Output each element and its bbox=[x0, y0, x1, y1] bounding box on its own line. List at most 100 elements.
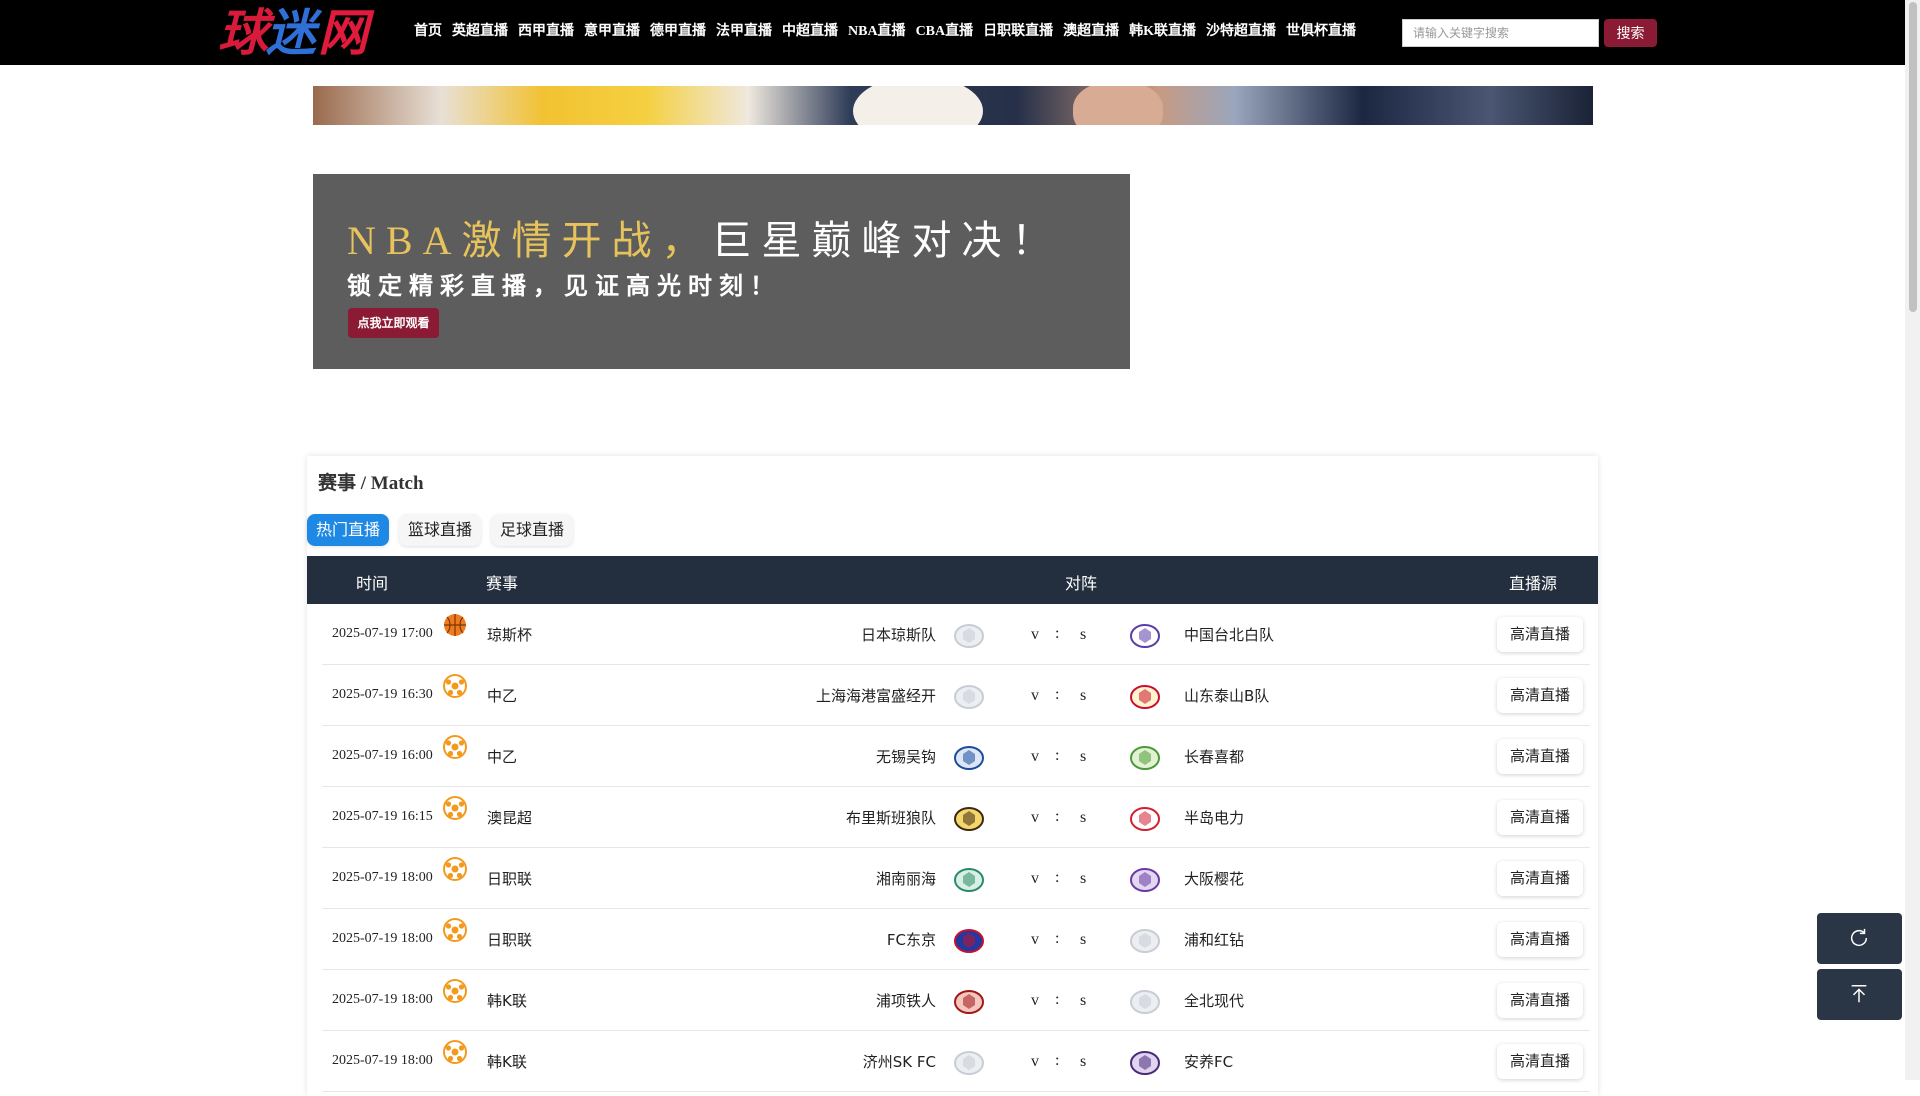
match-league[interactable]: 澳昆超 bbox=[487, 807, 532, 828]
football-icon bbox=[443, 674, 467, 698]
hd-live-button[interactable]: 高清直播 bbox=[1497, 739, 1583, 774]
section-title: 赛事 / Match bbox=[318, 473, 424, 494]
hd-live-button[interactable]: 高清直播 bbox=[1497, 800, 1583, 835]
home-team[interactable]: 济州SK FC bbox=[863, 1051, 936, 1072]
match-league[interactable]: 日职联 bbox=[487, 868, 532, 889]
match-league[interactable]: 琼斯杯 bbox=[487, 624, 532, 645]
home-team[interactable]: 浦项铁人 bbox=[876, 990, 936, 1011]
scrollbar-thumb[interactable] bbox=[1909, 2, 1917, 312]
match-league[interactable]: 中乙 bbox=[487, 746, 517, 767]
tab-2[interactable]: 足球直播 bbox=[491, 514, 574, 546]
hero-banner-image[interactable] bbox=[313, 86, 1593, 125]
away-team[interactable]: 山东泰山B队 bbox=[1184, 685, 1269, 706]
tab-1[interactable]: 篮球直播 bbox=[399, 514, 482, 546]
match-row[interactable]: 2025-07-19 18:00 韩K联 浦项铁人 v: s 全北现代 高清直播 bbox=[322, 970, 1590, 1031]
promo-title: NBA激情开战，巨星巅峰对决！ bbox=[347, 208, 1061, 266]
search-input[interactable] bbox=[1402, 19, 1599, 47]
nav-item[interactable]: 德甲直播 bbox=[650, 20, 706, 44]
home-team-logo-icon bbox=[953, 683, 985, 711]
match-row[interactable]: 2025-07-19 18:00 韩K联 济州SK FC v: s 安养FC 高清直播 bbox=[322, 1031, 1590, 1092]
site-logo[interactable]: 球 迷 网 bbox=[218, 5, 398, 61]
hd-live-button[interactable]: 高清直播 bbox=[1497, 617, 1583, 652]
nav-item[interactable]: 韩K联直播 bbox=[1129, 20, 1196, 44]
column-header-league: 赛事 bbox=[486, 574, 519, 593]
nav-item[interactable]: 中超直播 bbox=[782, 20, 838, 44]
away-team[interactable]: 安养FC bbox=[1184, 1051, 1233, 1072]
away-team[interactable]: 大阪樱花 bbox=[1184, 868, 1244, 889]
match-row[interactable]: 2025-07-19 16:30 中乙 上海海港富盛经开 v: s 山东泰山B队 高清直播 bbox=[322, 665, 1590, 726]
football-icon bbox=[443, 735, 467, 759]
hd-live-button[interactable]: 高清直播 bbox=[1497, 861, 1583, 896]
nav-item[interactable]: CBA直播 bbox=[916, 20, 974, 44]
home-team[interactable]: FC东京 bbox=[887, 929, 936, 950]
promo-subtitle: 锁定精彩直播，见证高光时刻！ bbox=[347, 272, 781, 300]
vs-colon: : bbox=[1055, 991, 1060, 1008]
vs-letter: s bbox=[1080, 1053, 1087, 1070]
home-team[interactable]: 湘南丽海 bbox=[876, 868, 936, 889]
table-header: 时间 赛事 对阵 直播源 bbox=[307, 556, 1598, 604]
home-team-logo-icon bbox=[953, 866, 985, 894]
match-list: 2025-07-19 17:00 琼斯杯 日本琼斯队 v: s 中国台北白队 高清直播 202… bbox=[322, 604, 1590, 1092]
home-team[interactable]: 布里斯班狼队 bbox=[846, 807, 936, 828]
hd-live-button[interactable]: 高清直播 bbox=[1497, 983, 1583, 1018]
banner-art bbox=[853, 86, 983, 125]
vs-colon: : bbox=[1055, 869, 1060, 886]
vs-letter: v bbox=[1031, 626, 1039, 643]
home-team[interactable]: 上海海港富盛经开 bbox=[816, 685, 936, 706]
match-tabs: 热门直播 篮球直播 足球直播 bbox=[307, 514, 583, 546]
nav-item[interactable]: 英超直播 bbox=[452, 20, 508, 44]
away-team[interactable]: 长春喜都 bbox=[1184, 746, 1244, 767]
vs-letter: v bbox=[1031, 931, 1039, 948]
vs-colon: : bbox=[1055, 686, 1060, 703]
match-league[interactable]: 韩K联 bbox=[487, 1051, 527, 1072]
column-header-source: 直播源 bbox=[1509, 574, 1558, 593]
tab-0[interactable]: 热门直播 bbox=[307, 514, 390, 546]
search-button[interactable]: 搜索 bbox=[1604, 19, 1657, 47]
away-team-logo-icon bbox=[1129, 988, 1161, 1016]
top-nav-bar: 球 迷 网 首页 英超直播 西甲直播 意甲直播 德甲直播 法甲直播 中超直播 NBA直播 CBA… bbox=[0, 0, 1905, 65]
match-time: 2025-07-19 16:00 bbox=[332, 748, 433, 763]
match-row[interactable]: 2025-07-19 17:00 琼斯杯 日本琼斯队 v: s 中国台北白队 高清直播 bbox=[322, 604, 1590, 665]
match-row[interactable]: 2025-07-19 18:00 日职联 FC东京 v: s 浦和红钻 高清直播 bbox=[322, 909, 1590, 970]
home-team[interactable]: 日本琼斯队 bbox=[861, 624, 936, 645]
hd-live-button[interactable]: 高清直播 bbox=[1497, 1044, 1583, 1079]
home-team[interactable]: 无锡吴钩 bbox=[876, 746, 936, 767]
match-league[interactable]: 日职联 bbox=[487, 929, 532, 950]
hd-live-button[interactable]: 高清直播 bbox=[1497, 922, 1583, 957]
nav-item[interactable]: 西甲直播 bbox=[518, 20, 574, 44]
vs-letter: s bbox=[1080, 687, 1087, 704]
banner-art bbox=[1073, 86, 1163, 125]
nav-item[interactable]: 澳超直播 bbox=[1063, 20, 1119, 44]
away-team[interactable]: 半岛电力 bbox=[1184, 807, 1244, 828]
match-league[interactable]: 韩K联 bbox=[487, 990, 527, 1011]
back-to-top-button[interactable] bbox=[1817, 969, 1902, 1020]
match-row[interactable]: 2025-07-19 18:00 日职联 湘南丽海 v: s 大阪樱花 高清直播 bbox=[322, 848, 1590, 909]
nav-item[interactable]: NBA直播 bbox=[848, 20, 906, 44]
away-team[interactable]: 全北现代 bbox=[1184, 990, 1244, 1011]
away-team[interactable]: 浦和红钻 bbox=[1184, 929, 1244, 950]
away-team[interactable]: 中国台北白队 bbox=[1184, 624, 1274, 645]
match-league[interactable]: 中乙 bbox=[487, 685, 517, 706]
match-time: 2025-07-19 18:00 bbox=[332, 1053, 433, 1068]
basketball-icon bbox=[443, 613, 467, 637]
match-row[interactable]: 2025-07-19 16:15 澳昆超 布里斯班狼队 v: s 半岛电力 高清直播 bbox=[322, 787, 1590, 848]
main-nav: 首页 英超直播 西甲直播 意甲直播 德甲直播 法甲直播 中超直播 NBA直播 CBA直播 日职联直… bbox=[414, 20, 1366, 44]
watch-now-button[interactable]: 点我立即观看 bbox=[348, 308, 439, 338]
home-team-logo-icon bbox=[953, 805, 985, 833]
refresh-button[interactable] bbox=[1817, 913, 1902, 964]
vs-letter: s bbox=[1080, 809, 1087, 826]
hd-live-button[interactable]: 高清直播 bbox=[1497, 678, 1583, 713]
nav-item[interactable]: 法甲直播 bbox=[716, 20, 772, 44]
nav-item[interactable]: 世俱杯直播 bbox=[1286, 20, 1356, 44]
promo-card: NBA激情开战，巨星巅峰对决！ 锁定精彩直播，见证高光时刻！ 点我立即观看 bbox=[313, 174, 1130, 369]
match-time: 2025-07-19 17:00 bbox=[332, 626, 433, 641]
nav-item[interactable]: 意甲直播 bbox=[584, 20, 640, 44]
page-scrollbar[interactable] bbox=[1905, 0, 1920, 1080]
nav-item[interactable]: 首页 bbox=[414, 20, 442, 44]
column-header-time: 时间 bbox=[356, 574, 389, 593]
home-team-logo-icon bbox=[953, 927, 985, 955]
nav-item[interactable]: 日职联直播 bbox=[983, 20, 1053, 44]
nav-item[interactable]: 沙特超直播 bbox=[1206, 20, 1276, 44]
match-time: 2025-07-19 16:30 bbox=[332, 687, 433, 702]
match-row[interactable]: 2025-07-19 16:00 中乙 无锡吴钩 v: s 长春喜都 高清直播 bbox=[322, 726, 1590, 787]
